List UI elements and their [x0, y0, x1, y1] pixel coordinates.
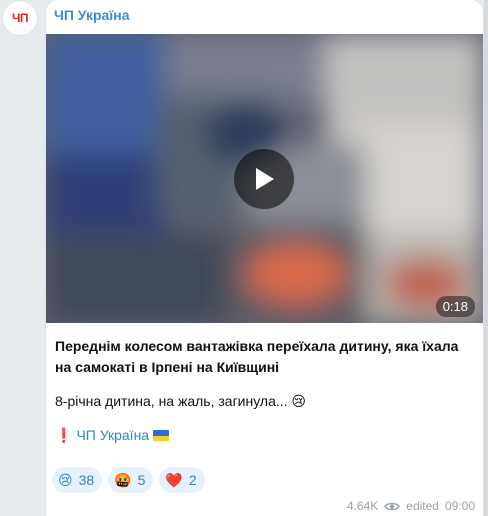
crying-face-icon: 😢	[58, 471, 73, 488]
channel-signature: ❗ ЧП Україна	[55, 425, 475, 446]
heart-icon: ❤️	[165, 471, 183, 488]
edited-label: edited	[406, 499, 439, 513]
angry-face-icon: 🤬	[114, 471, 132, 488]
channel-signature-link[interactable]: ЧП Україна	[76, 425, 149, 446]
scrollbar-track[interactable]	[484, 0, 488, 516]
reaction-count: 38	[78, 472, 95, 488]
reaction-angry[interactable]: 🤬 5	[108, 467, 154, 493]
video-duration: 0:18	[435, 296, 475, 317]
ukraine-flag-icon	[153, 430, 170, 441]
message-body: 8-річна дитина, на жаль, загинула... 😢	[55, 393, 307, 409]
message-text: Переднім колесом вантажівка переїхала ди…	[55, 336, 475, 446]
video-thumbnail[interactable]: 0:18	[46, 34, 483, 323]
reaction-crying[interactable]: 😢 38	[52, 467, 103, 493]
play-icon	[256, 168, 274, 190]
message-time: 09:00	[444, 499, 475, 513]
channel-avatar[interactable]: ЧП	[2, 0, 38, 36]
message-bubble: ЧП Україна 0:18 Переднім колесом вантажі…	[46, 0, 483, 516]
channel-name[interactable]: ЧП Україна	[54, 7, 130, 23]
reaction-heart[interactable]: ❤️ 2	[159, 467, 205, 493]
view-count: 4.64K	[346, 499, 379, 513]
message-headline: Переднім колесом вантажівка переїхала ди…	[55, 338, 459, 375]
message-meta: 4.64K edited 09:00	[347, 499, 475, 513]
reaction-count: 5	[137, 472, 146, 488]
reaction-count: 2	[188, 472, 197, 488]
reactions-bar: 😢 38 🤬 5 ❤️ 2	[52, 467, 205, 493]
eye-icon	[384, 502, 401, 510]
play-button[interactable]	[234, 149, 294, 209]
exclamation-icon: ❗	[55, 427, 73, 443]
avatar-text: ЧП	[11, 11, 29, 25]
